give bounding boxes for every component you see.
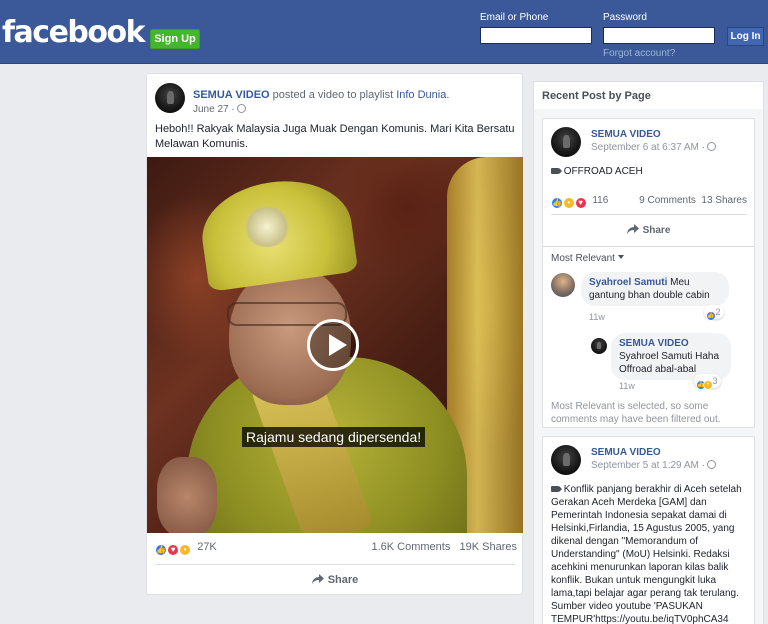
email-input[interactable] [480, 27, 592, 44]
sad-reaction-icon[interactable]: • [179, 544, 192, 556]
log-in-button[interactable]: Log In [727, 27, 764, 46]
recent-posts-sidebar: SEMUA VIDEO September 6 at 6:37 AM · OFF… [533, 109, 764, 624]
reply-bubble: SEMUA VIDEO Syahroel Samuti Haha Offroad… [611, 333, 731, 380]
post-reactions-row: 👍 ♥ • 27K 1.6K Comments 19K Shares [155, 541, 517, 557]
password-input[interactable] [603, 27, 715, 44]
globe-icon [706, 142, 716, 151]
comment-time[interactable]: 11w [589, 312, 605, 322]
like-reaction-icon: 👍 [706, 311, 716, 321]
caret-down-icon [617, 255, 624, 259]
recent-post-timestamp[interactable]: September 6 at 6:37 AM · [591, 142, 716, 153]
recent-post-text: OFFROAD ACEH [551, 165, 643, 178]
recent-post-card: SEMUA VIDEO September 5 at 1:29 AM · Kon… [542, 436, 755, 624]
divider [155, 564, 515, 565]
post-author-link[interactable]: SEMUA VIDEO [193, 89, 270, 101]
reaction-count[interactable]: 116 [592, 195, 608, 206]
love-reaction-icon[interactable]: ♥ [167, 544, 180, 556]
shares-count-link[interactable]: 13 Shares [701, 195, 747, 206]
haha-reaction-icon: • [703, 380, 713, 390]
love-reaction-icon[interactable]: ♥ [574, 197, 587, 209]
reaction-count[interactable]: 27K [197, 541, 217, 553]
divider [551, 214, 747, 215]
sidebar-title: Recent Post by Page [533, 81, 764, 109]
share-button[interactable]: Share [147, 568, 523, 592]
like-reaction-icon[interactable]: 👍 [155, 544, 167, 556]
page-avatar[interactable] [155, 83, 185, 113]
email-label: Email or Phone [480, 12, 549, 23]
post-header: SEMUA VIDEO posted a video to playlist I… [193, 89, 450, 101]
facebook-logo[interactable]: facebook [2, 18, 146, 48]
recent-post-timestamp[interactable]: September 5 at 1:29 AM · [591, 460, 716, 471]
recent-post-author[interactable]: SEMUA VIDEO [591, 447, 661, 458]
post-card: SEMUA VIDEO posted a video to playlist I… [146, 73, 523, 595]
top-navigation-bar: facebook Sign Up Email or Phone Password… [0, 0, 768, 64]
globe-icon [706, 460, 716, 469]
comment-author-link[interactable]: Syahroel Samuti [589, 277, 667, 288]
post-timestamp[interactable]: June 27 · [193, 104, 246, 115]
play-button-icon[interactable] [307, 319, 359, 371]
page-avatar[interactable] [551, 445, 581, 475]
comment-text: Syahroel Samuti Haha Offroad abal-abal [619, 351, 720, 375]
recent-post-reactions: 👍 • ♥ 116 9 Comments 13 Shares [551, 195, 747, 209]
shares-count-link[interactable]: 19K Shares [460, 541, 517, 553]
comment-reactions[interactable]: 👍 2 [704, 305, 724, 321]
comment-time[interactable]: 11w [619, 381, 635, 391]
recent-post-author[interactable]: SEMUA VIDEO [591, 129, 661, 140]
comments-count-link[interactable]: 9 Comments [639, 195, 696, 206]
post-text: Heboh!! Rakyak Malaysia Juga Muak Dengan… [155, 123, 515, 150]
comments-count-link[interactable]: 1.6K Comments [371, 541, 450, 553]
post-action-text: posted a video to playlist [272, 89, 394, 101]
video-camera-icon [551, 168, 562, 174]
video-subtitle: Rajamu sedang dipersenda! [242, 427, 426, 447]
video-player[interactable]: Rajamu sedang dipersenda! [147, 157, 523, 533]
filter-notice: Most Relevant is selected, so some comme… [551, 401, 721, 425]
comment-author-link[interactable]: SEMUA VIDEO [619, 338, 689, 349]
comment-bubble: Syahroel Samuti Meu gantung bhan double … [581, 272, 729, 306]
share-arrow-icon [626, 224, 639, 234]
video-camera-icon [551, 486, 562, 492]
share-button[interactable]: Share [543, 221, 754, 241]
comment-reactions[interactable]: 👍 • 3 [694, 374, 721, 390]
commenter-avatar[interactable] [551, 273, 575, 297]
globe-icon [236, 104, 246, 113]
comment-sort-dropdown[interactable]: Most Relevant [551, 253, 624, 264]
recent-post-text: Konflik panjang berakhir di Aceh setelah… [551, 484, 742, 624]
playlist-link[interactable]: Info Dunia [396, 89, 446, 101]
sign-up-button[interactable]: Sign Up [150, 29, 200, 49]
page-avatar[interactable] [591, 338, 607, 354]
forgot-account-link[interactable]: Forgot account? [603, 48, 675, 59]
divider [543, 246, 754, 247]
like-reaction-icon[interactable]: 👍 [551, 197, 563, 209]
haha-reaction-icon[interactable]: • [562, 197, 575, 209]
share-arrow-icon [311, 574, 324, 584]
recent-post-card: SEMUA VIDEO September 6 at 6:37 AM · OFF… [542, 118, 755, 428]
password-label: Password [603, 12, 647, 23]
page-avatar[interactable] [551, 127, 581, 157]
